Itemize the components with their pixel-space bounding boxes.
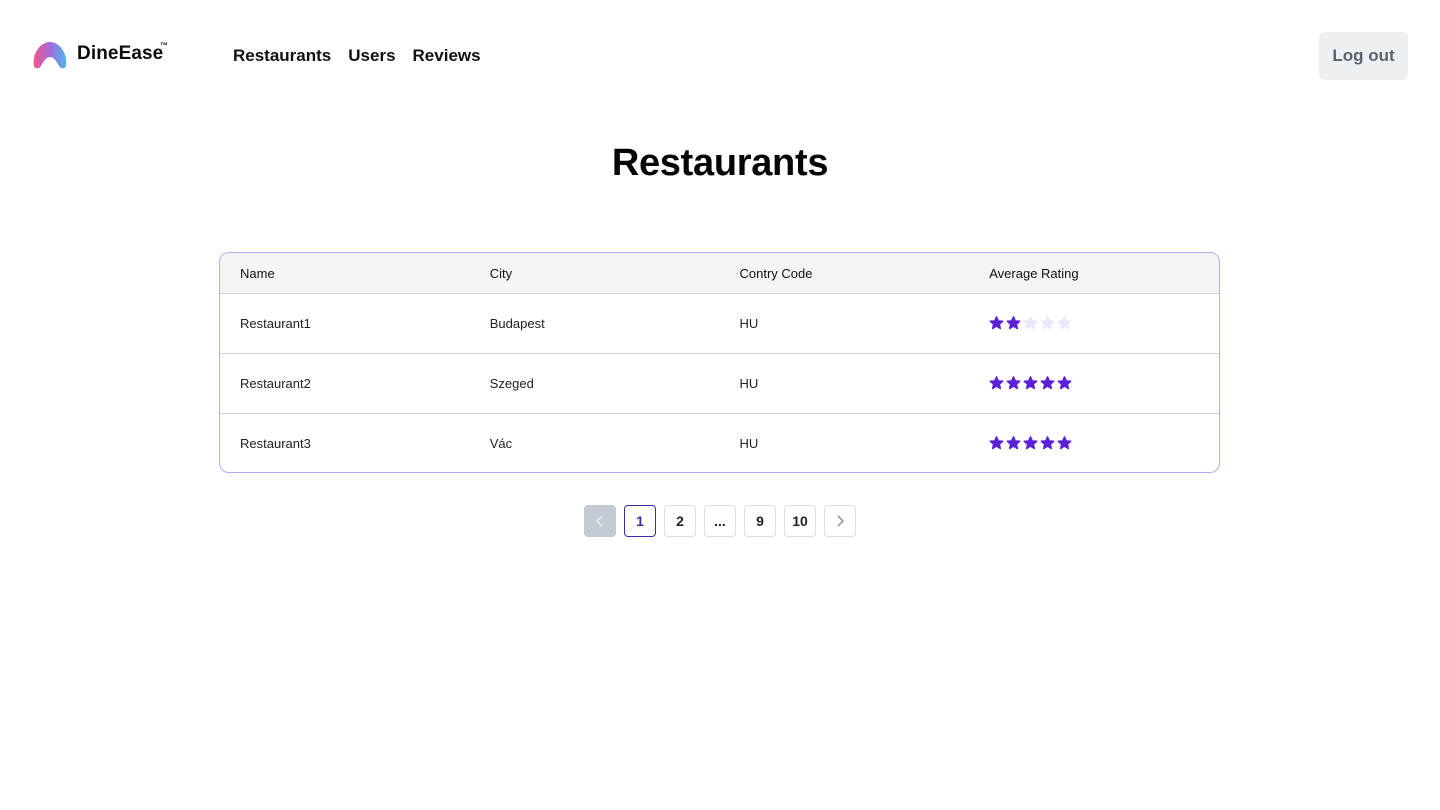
- page-button-9[interactable]: 9: [744, 505, 776, 537]
- star-empty-icon: [1040, 316, 1055, 330]
- pagination: 1 2 ... 9 10: [584, 505, 864, 537]
- column-header-city: City: [469, 253, 720, 294]
- star-empty-icon: [1057, 316, 1072, 330]
- restaurant-city: Szeged: [469, 353, 720, 414]
- star-filled-icon: [989, 436, 1004, 450]
- table-header-row: Name City Contry Code Average Rating: [220, 253, 1219, 294]
- star-rating: [989, 316, 1219, 331]
- restaurant-country-code: HU: [719, 293, 970, 354]
- star-filled-icon: [1006, 376, 1021, 390]
- chevron-right-icon: [837, 515, 845, 527]
- page-title: Restaurants: [611, 142, 829, 184]
- brand-name: DineEase: [77, 43, 164, 64]
- star-filled-icon: [1006, 316, 1021, 330]
- main-nav: Restaurants Users Reviews: [233, 44, 498, 68]
- column-header-name: Name: [220, 253, 470, 294]
- star-empty-icon: [1023, 316, 1038, 330]
- nav-users[interactable]: Users: [348, 46, 395, 66]
- star-filled-icon: [1006, 436, 1021, 450]
- page-button-1[interactable]: 1: [624, 505, 656, 537]
- restaurant-name: Restaurant3: [240, 436, 311, 451]
- top-navbar: DineEase ™ Restaurants Users Reviews Log…: [0, 0, 1440, 112]
- logo-icon: [33, 42, 67, 69]
- table-row[interactable]: Restaurant1 Budapest HU: [220, 293, 1219, 354]
- page-button-10[interactable]: 10: [784, 505, 816, 537]
- page-button-2[interactable]: 2: [664, 505, 696, 537]
- restaurant-country-code: HU: [719, 353, 970, 414]
- restaurant-country-code: HU: [739, 436, 759, 451]
- chevron-left-icon: [595, 515, 603, 527]
- table-row[interactable]: Restaurant2 Szeged HU: [220, 353, 1219, 414]
- restaurant-rating: [969, 414, 1219, 473]
- star-rating: [989, 376, 1219, 391]
- star-filled-icon: [1057, 376, 1072, 390]
- star-filled-icon: [989, 376, 1004, 390]
- restaurants-table: Name City Contry Code Average Rating Res…: [219, 252, 1220, 473]
- star-filled-icon: [1040, 436, 1055, 450]
- next-page-button[interactable]: [824, 505, 856, 537]
- column-header-country-code: Contry Code: [719, 253, 970, 294]
- restaurant-city: Budapest: [469, 293, 720, 354]
- star-filled-icon: [1023, 436, 1038, 450]
- table-row[interactable]: Restaurant3 Vác HU: [220, 414, 1219, 473]
- nav-restaurants[interactable]: Restaurants: [233, 46, 331, 66]
- restaurant-name: Restaurant2: [220, 353, 470, 414]
- logout-button[interactable]: Log out: [1319, 32, 1408, 80]
- star-rating: [989, 436, 1219, 451]
- restaurant-rating: [969, 293, 1219, 354]
- star-filled-icon: [1023, 376, 1038, 390]
- restaurant-name: Restaurant1: [220, 293, 470, 354]
- star-filled-icon: [1057, 436, 1072, 450]
- page-ellipsis: ...: [704, 505, 736, 537]
- restaurant-rating: [969, 353, 1219, 414]
- trademark-mark: ™: [160, 41, 168, 50]
- prev-page-button[interactable]: [584, 505, 616, 537]
- star-filled-icon: [1040, 376, 1055, 390]
- nav-reviews[interactable]: Reviews: [413, 46, 481, 66]
- brand-logo[interactable]: DineEase ™: [32, 40, 168, 70]
- restaurant-city: Vác: [489, 436, 513, 451]
- star-filled-icon: [989, 316, 1004, 330]
- column-header-average-rating: Average Rating: [969, 253, 1219, 294]
